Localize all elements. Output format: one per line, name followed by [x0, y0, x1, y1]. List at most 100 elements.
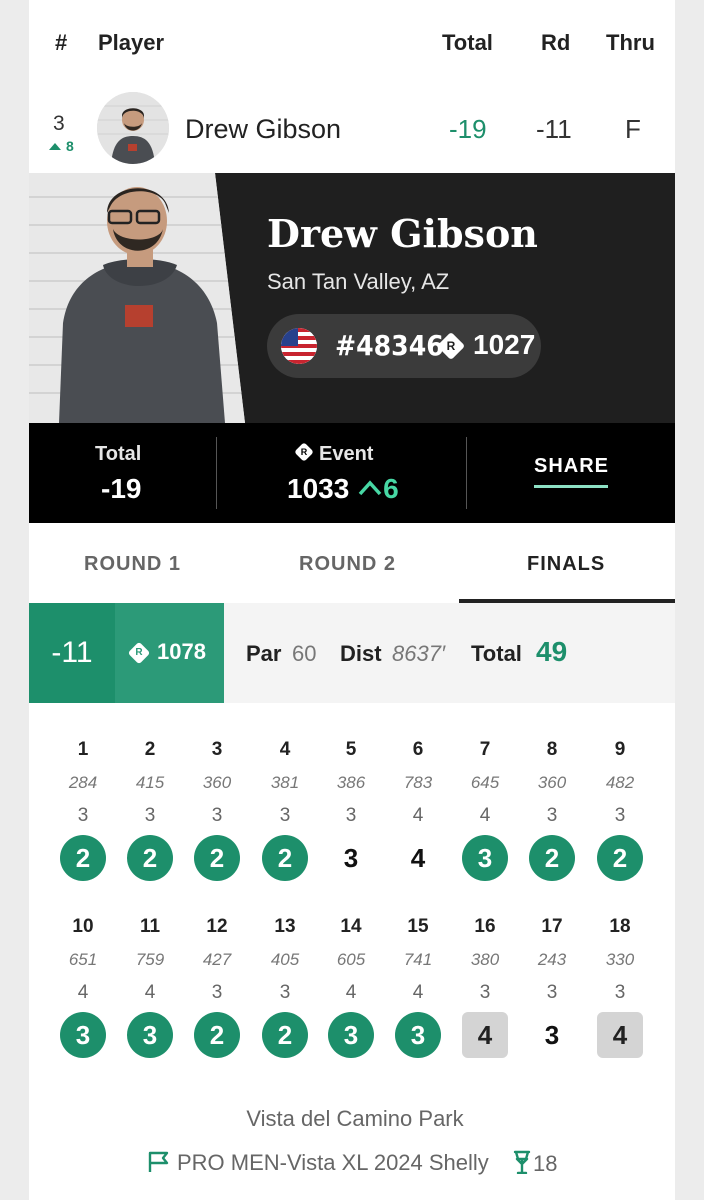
player-photo	[29, 173, 245, 423]
hole-par: 4	[144, 982, 156, 1003]
hole-score: 2	[597, 835, 643, 881]
hole-distance: 380	[470, 950, 500, 969]
hole-distance: 415	[135, 773, 165, 792]
dist-value: 8637′	[392, 641, 446, 666]
round-summary: -11 R 1078 Par 60 Dist 8637′ Total 49	[29, 603, 675, 703]
hole-par: 4	[412, 805, 424, 826]
movement-value: 8	[66, 138, 74, 154]
total-throws-label: Total	[471, 641, 522, 666]
hole-score: 3	[60, 1012, 106, 1058]
hole-par: 3	[345, 805, 357, 826]
hole-par: 3	[211, 982, 223, 1003]
round-rating-box: R 1078	[115, 603, 224, 703]
up-arrow-icon	[49, 143, 61, 150]
hole-par: 3	[279, 805, 291, 826]
division-layout-text: PRO MEN-Vista XL 2024 Shelly	[177, 1150, 489, 1175]
up-chevron-icon	[358, 480, 382, 496]
round-tabs: ROUND 1 ROUND 2 FINALS	[29, 523, 675, 604]
player-rating: 1027	[473, 329, 536, 360]
hole-cell: 8 360 3 2	[522, 739, 582, 889]
hole-number: 18	[609, 916, 631, 937]
course-name: Vista del Camino Park	[246, 1106, 464, 1131]
hole-number: 10	[72, 916, 94, 937]
tab-round-1[interactable]: ROUND 1	[84, 553, 181, 576]
hole-distance: 381	[270, 773, 300, 792]
hole-score: 3	[343, 843, 359, 873]
event-change-value: 6	[383, 473, 399, 504]
hole-par: 3	[144, 805, 156, 826]
player-row[interactable]: 3 8 Drew Gibson -19 -11 F	[29, 88, 675, 170]
hole-score: 4	[410, 843, 426, 873]
player-column-header[interactable]: Player	[98, 30, 164, 56]
hole-distance: 482	[605, 773, 635, 792]
hole-cell: 1 284 3 2	[53, 739, 113, 889]
total-throws-value: 49	[536, 636, 568, 667]
hole-cell: 2 415 3 2	[120, 739, 180, 889]
hole-number: 8	[546, 739, 558, 760]
round-column-header[interactable]: Rd	[541, 30, 570, 56]
player-card: Drew Gibson San Tan Valley, AZ #48346 R …	[29, 173, 675, 423]
hole-cell: 13 405 3 2	[255, 916, 315, 1066]
hole-distance: 243	[537, 950, 567, 969]
total-value: -19	[101, 473, 142, 504]
hole-distance: 783	[403, 773, 433, 792]
hole-par: 4	[345, 982, 357, 1003]
hole-cell: 10 651 4 3	[53, 916, 113, 1066]
hole-cell: 6 783 4 4	[388, 739, 448, 889]
hole-number: 5	[345, 739, 357, 760]
hole-distance: 741	[403, 950, 433, 969]
rating-diamond-icon: R	[127, 641, 151, 665]
card-player-name: Drew Gibson	[267, 211, 538, 256]
player-round-score: -11	[536, 114, 572, 144]
basket-icon	[513, 1150, 531, 1175]
hole-par: 4	[77, 982, 89, 1003]
thru-column-header[interactable]: Thru	[606, 30, 655, 56]
stats-bar: Total -19 R Event 1033 6 SHARE	[29, 423, 675, 523]
hole-distance: 386	[336, 773, 366, 792]
event-label: R Event	[294, 442, 373, 466]
hole-number: 11	[139, 916, 161, 937]
tab-round-2[interactable]: ROUND 2	[299, 553, 396, 576]
hole-cell: 12 427 3 2	[187, 916, 247, 1066]
hole-par: 3	[279, 982, 291, 1003]
hole-distance: 360	[202, 773, 232, 792]
hole-cell: 5 386 3 3	[321, 739, 381, 889]
hole-number: 2	[144, 739, 156, 760]
tab-finals[interactable]: FINALS	[527, 553, 605, 576]
hole-score: 2	[194, 835, 240, 881]
hole-par: 4	[479, 805, 491, 826]
hole-distance: 284	[68, 773, 98, 792]
player-position: 3	[53, 112, 65, 135]
hole-distance: 605	[336, 950, 366, 969]
hole-score: 2	[262, 835, 308, 881]
hole-score: 3	[127, 1012, 173, 1058]
hole-number: 1	[77, 739, 89, 760]
player-total: -19	[449, 114, 487, 144]
scorecard-page: # Player Total Rd Thru 3 8 Drew Gibson -…	[29, 0, 675, 1200]
hole-score: 2	[127, 835, 173, 881]
rating-diamond-icon: R	[436, 331, 466, 361]
dist-label: Dist	[340, 641, 382, 666]
hole-cell: 16 380 3 4	[455, 916, 515, 1066]
flag-icon	[148, 1151, 169, 1172]
hole-par: 4	[412, 982, 424, 1003]
hole-distance: 330	[605, 950, 635, 969]
round-rating: 1078	[157, 639, 206, 664]
share-underline	[534, 485, 608, 488]
hole-number: 14	[340, 916, 362, 937]
total-label: Total	[95, 443, 142, 465]
hole-par: 3	[211, 805, 223, 826]
rank-column-header: #	[55, 30, 68, 55]
total-column-header[interactable]: Total	[442, 30, 493, 56]
player-name[interactable]: Drew Gibson	[185, 114, 341, 145]
share-button[interactable]: SHARE	[534, 455, 609, 478]
hole-par: 3	[77, 805, 89, 826]
par-value: 60	[292, 641, 317, 666]
hole-score: 4	[597, 1012, 643, 1058]
avatar	[97, 92, 169, 164]
card-player-location: San Tan Valley, AZ	[267, 269, 450, 294]
hole-cell: 3 360 3 2	[187, 739, 247, 889]
hole-cell: 17 243 3 3	[522, 916, 582, 1066]
hole-number: 13	[274, 916, 296, 937]
round-score: -11	[29, 603, 115, 703]
